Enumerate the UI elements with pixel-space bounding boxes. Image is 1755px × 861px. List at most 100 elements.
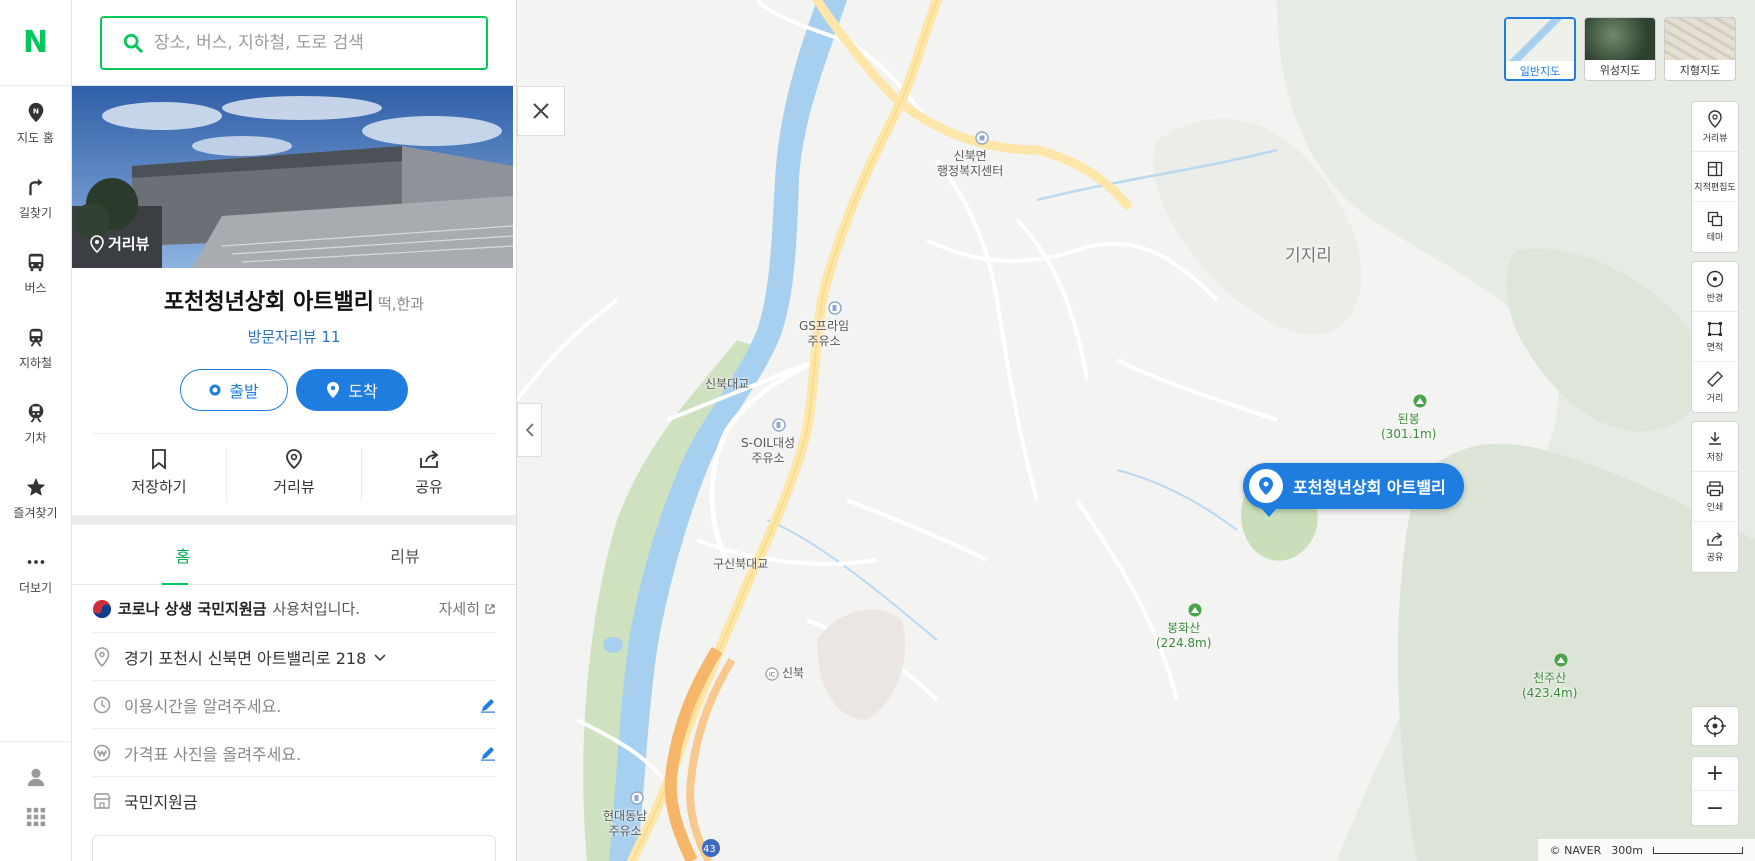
search-input[interactable] xyxy=(154,33,454,53)
tool-theme[interactable]: 테마 xyxy=(1692,202,1738,252)
nav-item-label: 지도 홈 xyxy=(17,131,54,145)
gas-station-icon xyxy=(772,418,787,432)
current-location-control xyxy=(1691,706,1739,746)
map-label-gijiri[interactable]: 기지리 xyxy=(1285,248,1332,265)
tool-save[interactable]: 저장 xyxy=(1692,422,1738,472)
close-panel-button[interactable] xyxy=(517,86,565,136)
streetview-action[interactable]: 거리뷰 xyxy=(227,448,362,501)
zoom-in-button[interactable]: + xyxy=(1692,757,1738,791)
crosshair-icon xyxy=(1704,715,1726,737)
map-type-normal[interactable]: 일반지도 xyxy=(1504,17,1576,81)
place-title: 포천청년상회 아트밸리 xyxy=(163,290,374,315)
apps-grid-icon[interactable] xyxy=(25,806,47,828)
map-type-terrain-thumb xyxy=(1665,18,1735,60)
map-label-soil-station[interactable]: S-OIL대성 주유소 xyxy=(741,403,795,481)
route-buttons: 출발 도착 xyxy=(72,369,516,411)
map-type-satellite[interactable]: 위성지도 xyxy=(1584,17,1656,81)
nav-item-bus[interactable]: 버스 xyxy=(0,236,71,311)
place-marker[interactable]: 포천청년상회 아트밸리 xyxy=(1243,463,1464,517)
map-label-office[interactable]: 신북면 행정복지센터 xyxy=(937,116,1003,194)
map-label-gs-station[interactable]: GS프라임 주유소 xyxy=(799,286,849,364)
map-label-gusinbuk-bridge[interactable]: 구신북대교 xyxy=(713,557,768,572)
edit-pencil-icon[interactable] xyxy=(480,745,496,761)
visitor-review-link[interactable]: 방문자리뷰 11 xyxy=(72,326,516,347)
government-office-icon xyxy=(974,131,989,145)
nav-item-subway[interactable]: 지하철 xyxy=(0,311,71,386)
coupon-card[interactable] xyxy=(92,835,496,861)
tool-share[interactable]: 공유 xyxy=(1692,522,1738,572)
nav-item-favorites[interactable]: 즐겨찾기 xyxy=(0,461,71,536)
tab-home[interactable]: 홈 xyxy=(72,525,294,585)
tool-streetview[interactable]: 거리뷰 xyxy=(1692,102,1738,152)
map-label-ic[interactable]: IC 신북 xyxy=(765,666,804,681)
peak-cheonjusan[interactable]: 천주산 (423.4m) xyxy=(1522,638,1577,716)
nav-item-more[interactable]: 더보기 xyxy=(0,536,71,611)
save-action[interactable]: 저장하기 xyxy=(92,448,227,501)
current-location-button[interactable] xyxy=(1692,707,1738,745)
nav-item-train[interactable]: 기차 xyxy=(0,386,71,461)
store-icon xyxy=(93,793,111,809)
layers-icon xyxy=(1707,211,1723,227)
close-icon xyxy=(533,103,549,119)
map-type-terrain[interactable]: 지형지도 xyxy=(1664,17,1736,81)
search-box[interactable] xyxy=(100,16,488,70)
edit-pencil-icon[interactable] xyxy=(480,697,496,713)
price-prompt: 가격표 사진을 올려주세요. xyxy=(124,744,302,764)
gas-station-icon xyxy=(629,791,644,805)
clock-icon xyxy=(93,696,111,713)
start-button[interactable]: 출발 xyxy=(180,369,288,411)
nav-item-label: 길찾기 xyxy=(18,206,53,220)
place-header: 포천청년상회 아트밸리 떡,한과 방문자리뷰 11 xyxy=(72,268,516,347)
tool-distance[interactable]: 거리 xyxy=(1692,362,1738,412)
map-label-sinbuk-bridge[interactable]: 신북대교 xyxy=(705,377,749,392)
map-tools-export: 저장 인쇄 공유 xyxy=(1691,421,1739,573)
route-43-badge: 43 xyxy=(703,844,716,855)
location-pin-icon xyxy=(1708,109,1722,128)
peak-doenbong[interactable]: 된봉 (301.1m) xyxy=(1381,379,1436,457)
star-icon xyxy=(26,477,45,496)
address-row[interactable]: 경기 포천시 신북면 아트밸리로 218 xyxy=(92,633,496,681)
collapse-panel-button[interactable] xyxy=(517,403,542,457)
more-icon xyxy=(27,560,44,564)
map-canvas[interactable]: 신북면 행정복지센터 기지리 GS프라임 주유소 신북대교 S-OIL대성 주유… xyxy=(515,0,1755,861)
user-icon[interactable] xyxy=(25,766,47,788)
zoom-control: + − xyxy=(1691,756,1739,826)
nav-item-label: 즐겨찾기 xyxy=(13,506,58,520)
section-divider xyxy=(72,515,516,525)
notice-more-link[interactable]: 자세히 xyxy=(439,598,496,619)
search-bar xyxy=(72,0,516,86)
nav-item-map-home[interactable]: N 지도 홈 xyxy=(0,86,71,161)
price-row[interactable]: 가격표 사진을 올려주세요. xyxy=(92,729,496,777)
ruler-icon xyxy=(1707,371,1723,387)
share-action[interactable]: 공유 xyxy=(362,448,496,501)
zoom-out-button[interactable]: − xyxy=(1692,791,1738,825)
pin-dot xyxy=(1249,469,1283,503)
tool-radius[interactable]: 반경 xyxy=(1692,262,1738,312)
location-pin-icon xyxy=(90,234,104,253)
streetview-photo-label: 거리뷰 xyxy=(90,233,149,254)
chevron-down-icon[interactable] xyxy=(372,649,388,665)
radius-icon xyxy=(1706,270,1724,287)
location-pin-icon xyxy=(94,646,110,667)
tool-area[interactable]: 면적 xyxy=(1692,312,1738,362)
svg-text:N: N xyxy=(32,106,38,115)
tool-cadastral[interactable]: 지적편집도 xyxy=(1692,152,1738,202)
map-label-hyundai-station[interactable]: 현대동남 주유소 xyxy=(603,776,647,854)
nav-item-directions[interactable]: 길찾기 xyxy=(0,161,71,236)
tab-review[interactable]: 리뷰 xyxy=(294,525,516,584)
nav-rail: N N 지도 홈 길찾기 버스 지하철 기차 즐겨찾기 더보기 xyxy=(0,0,72,861)
tool-print[interactable]: 인쇄 xyxy=(1692,472,1738,522)
arrive-button[interactable]: 도착 xyxy=(296,369,408,411)
map-type-satellite-thumb xyxy=(1585,18,1655,60)
won-coin-icon xyxy=(93,744,111,761)
naver-logo[interactable]: N xyxy=(0,0,71,86)
area-icon xyxy=(1708,321,1722,336)
arrive-pin-icon xyxy=(327,382,340,398)
address-text: 경기 포천시 신북면 아트밸리로 218 xyxy=(124,648,367,668)
peak-bonghwasan[interactable]: 봉화산 (224.8m) xyxy=(1156,588,1211,666)
start-dot-icon xyxy=(209,384,221,396)
place-tabs: 홈 리뷰 xyxy=(72,525,516,585)
support-fund-notice: 코로나 상생 국민지원금 사용처입니다. 자세히 xyxy=(92,585,496,633)
place-photo[interactable]: 거리뷰 xyxy=(72,86,513,268)
hours-row[interactable]: 이용시간을 알려주세요. xyxy=(92,681,496,729)
